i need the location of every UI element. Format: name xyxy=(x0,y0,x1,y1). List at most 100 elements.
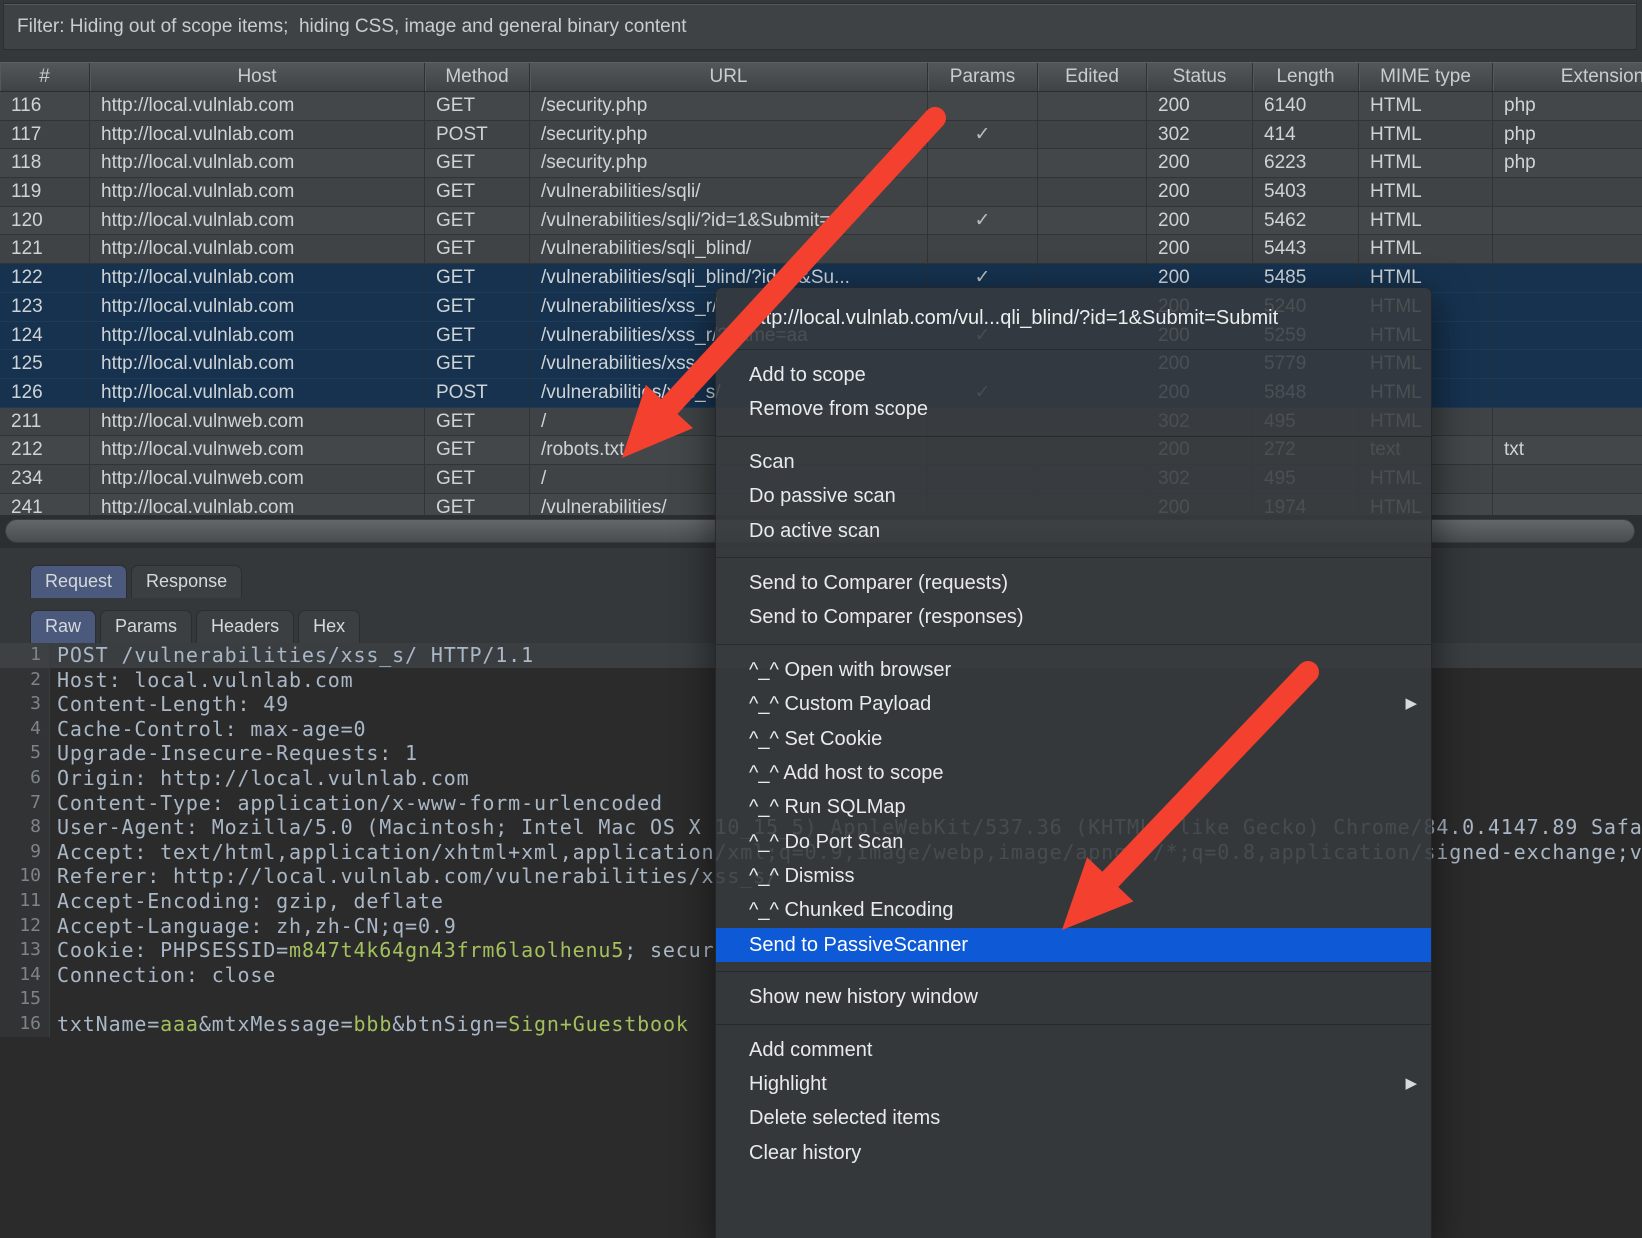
cell-host: http://local.vulnweb.com xyxy=(90,408,425,436)
menu-item-do-active-scan[interactable]: Do active scan xyxy=(716,514,1431,548)
cell-host: http://local.vulnlab.com xyxy=(90,121,425,149)
cell-ext xyxy=(1493,494,1642,517)
menu-item-custom-payload[interactable]: ^_^ Custom Payload▶ xyxy=(716,687,1431,721)
menu-item-do-passive-scan[interactable]: Do passive scan xyxy=(716,479,1431,513)
cell-length: 5462 xyxy=(1253,207,1359,235)
history-row-116[interactable]: 116http://local.vulnlab.comGET/security.… xyxy=(0,92,1642,121)
line-number: 4 xyxy=(0,717,50,742)
history-row-117[interactable]: 117http://local.vulnlab.comPOST/security… xyxy=(0,121,1642,150)
menu-item-delete-selected-items[interactable]: Delete selected items xyxy=(716,1101,1431,1135)
menu-item-open-with-browser[interactable]: ^_^ Open with browser xyxy=(716,653,1431,687)
filter-bar[interactable]: Filter: Hiding out of scope items; hidin… xyxy=(3,3,1637,50)
line-text: Host: local.vulnlab.com xyxy=(50,668,354,693)
cell-params xyxy=(928,92,1038,120)
menu-item-add-comment[interactable]: Add comment xyxy=(716,1033,1431,1067)
menu-item-remove-from-scope[interactable]: Remove from scope xyxy=(716,392,1431,426)
menu-item-dismiss[interactable]: ^_^ Dismiss xyxy=(716,859,1431,893)
cell-ext xyxy=(1493,235,1642,263)
line-text: Referer: http://local.vulnlab.com/vulner… xyxy=(50,864,779,889)
history-row-121[interactable]: 121http://local.vulnlab.comGET/vulnerabi… xyxy=(0,235,1642,264)
cell-host: http://local.vulnweb.com xyxy=(90,465,425,493)
tab-response[interactable]: Response xyxy=(131,565,242,598)
cell-method: POST xyxy=(425,121,530,149)
menu-item-set-cookie[interactable]: ^_^ Set Cookie xyxy=(716,722,1431,756)
cell-length: 414 xyxy=(1253,121,1359,149)
menu-item-scan[interactable]: Scan xyxy=(716,445,1431,479)
cell-num: 122 xyxy=(0,264,90,292)
menu-title-url: http://local.vulnlab.com/vul...qli_blind… xyxy=(716,288,1431,340)
menu-item-clear-history[interactable]: Clear history xyxy=(716,1136,1431,1170)
column-header-method[interactable]: Method xyxy=(425,63,530,91)
cell-ext: php xyxy=(1493,121,1642,149)
history-row-120[interactable]: 120http://local.vulnlab.comGET/vulnerabi… xyxy=(0,207,1642,236)
column-header-mime-type[interactable]: MIME type xyxy=(1359,63,1493,91)
cell-mime: HTML xyxy=(1359,235,1493,263)
menu-item-send-to-comparer-requests[interactable]: Send to Comparer (requests) xyxy=(716,566,1431,600)
cell-host: http://local.vulnlab.com xyxy=(90,322,425,350)
column-header-url[interactable]: URL xyxy=(530,63,928,91)
cell-method: GET xyxy=(425,408,530,436)
cell-num: 118 xyxy=(0,149,90,177)
message-view-tabbar: RawParamsHeadersHex xyxy=(30,610,360,643)
menu-item-chunked-encoding[interactable]: ^_^ Chunked Encoding xyxy=(716,893,1431,927)
menu-item-send-to-comparer-responses[interactable]: Send to Comparer (responses) xyxy=(716,600,1431,634)
cell-method: POST xyxy=(425,379,530,407)
menu-item-do-port-scan[interactable]: ^_^ Do Port Scan xyxy=(716,825,1431,859)
column-header-host[interactable]: Host xyxy=(90,63,425,91)
cell-num: 116 xyxy=(0,92,90,120)
line-number: 8 xyxy=(0,815,50,840)
line-number: 9 xyxy=(0,840,50,865)
cell-ext: php xyxy=(1493,149,1642,177)
history-row-118[interactable]: 118http://local.vulnlab.comGET/security.… xyxy=(0,149,1642,178)
line-text: Content-Length: 49 xyxy=(50,692,289,717)
cell-url: /security.php xyxy=(530,149,928,177)
menu-item-highlight[interactable]: Highlight▶ xyxy=(716,1067,1431,1101)
cell-url: /vulnerabilities/sqli_blind/ xyxy=(530,235,928,263)
column-header-extension[interactable]: Extension xyxy=(1493,63,1642,91)
subtab-hex[interactable]: Hex xyxy=(298,610,360,643)
column-header-edited[interactable]: Edited xyxy=(1038,63,1147,91)
cell-ext xyxy=(1493,379,1642,407)
menu-separator xyxy=(716,962,1431,980)
menu-item-run-sqlmap[interactable]: ^_^ Run SQLMap xyxy=(716,790,1431,824)
column-header-params[interactable]: Params xyxy=(928,63,1038,91)
cell-num: 117 xyxy=(0,121,90,149)
cell-status: 302 xyxy=(1147,121,1253,149)
column-header-status[interactable]: Status xyxy=(1147,63,1253,91)
cell-method: GET xyxy=(425,293,530,321)
line-number: 14 xyxy=(0,963,50,988)
cell-length: 6223 xyxy=(1253,149,1359,177)
line-number: 10 xyxy=(0,864,50,889)
line-text: txtName=aaa&mtxMessage=bbb&btnSign=Sign+… xyxy=(50,1012,689,1037)
cell-ext xyxy=(1493,408,1642,436)
line-number: 1 xyxy=(0,643,50,668)
subtab-params[interactable]: Params xyxy=(100,610,192,643)
cell-ext xyxy=(1493,293,1642,321)
cell-num: 120 xyxy=(0,207,90,235)
column-header--[interactable]: # xyxy=(0,63,90,91)
column-header-length[interactable]: Length xyxy=(1253,63,1359,91)
cell-num: 123 xyxy=(0,293,90,321)
subtab-raw[interactable]: Raw xyxy=(30,610,96,643)
line-text: Cache-Control: max-age=0 xyxy=(50,717,366,742)
cell-num: 234 xyxy=(0,465,90,493)
cell-ext xyxy=(1493,322,1642,350)
menu-item-show-new-history-window[interactable]: Show new history window xyxy=(716,980,1431,1014)
line-number: 15 xyxy=(0,987,50,1012)
cell-host: http://local.vulnlab.com xyxy=(90,178,425,206)
cell-ext: php xyxy=(1493,92,1642,120)
menu-item-send-to-passivescanner[interactable]: Send to PassiveScanner xyxy=(716,928,1431,962)
cell-host: http://local.vulnlab.com xyxy=(90,494,425,517)
menu-item-add-to-scope[interactable]: Add to scope xyxy=(716,358,1431,392)
cell-method: GET xyxy=(425,207,530,235)
tab-request[interactable]: Request xyxy=(30,565,127,598)
cell-params: ✓ xyxy=(928,207,1038,235)
subtab-headers[interactable]: Headers xyxy=(196,610,294,643)
menu-separator xyxy=(716,340,1431,358)
cell-host: http://local.vulnlab.com xyxy=(90,235,425,263)
history-row-119[interactable]: 119http://local.vulnlab.comGET/vulnerabi… xyxy=(0,178,1642,207)
table-header-row: #HostMethodURLParamsEditedStatusLengthMI… xyxy=(0,62,1642,92)
menu-item-add-host-to-scope[interactable]: ^_^ Add host to scope xyxy=(716,756,1431,790)
cell-length: 5443 xyxy=(1253,235,1359,263)
line-number: 2 xyxy=(0,668,50,693)
